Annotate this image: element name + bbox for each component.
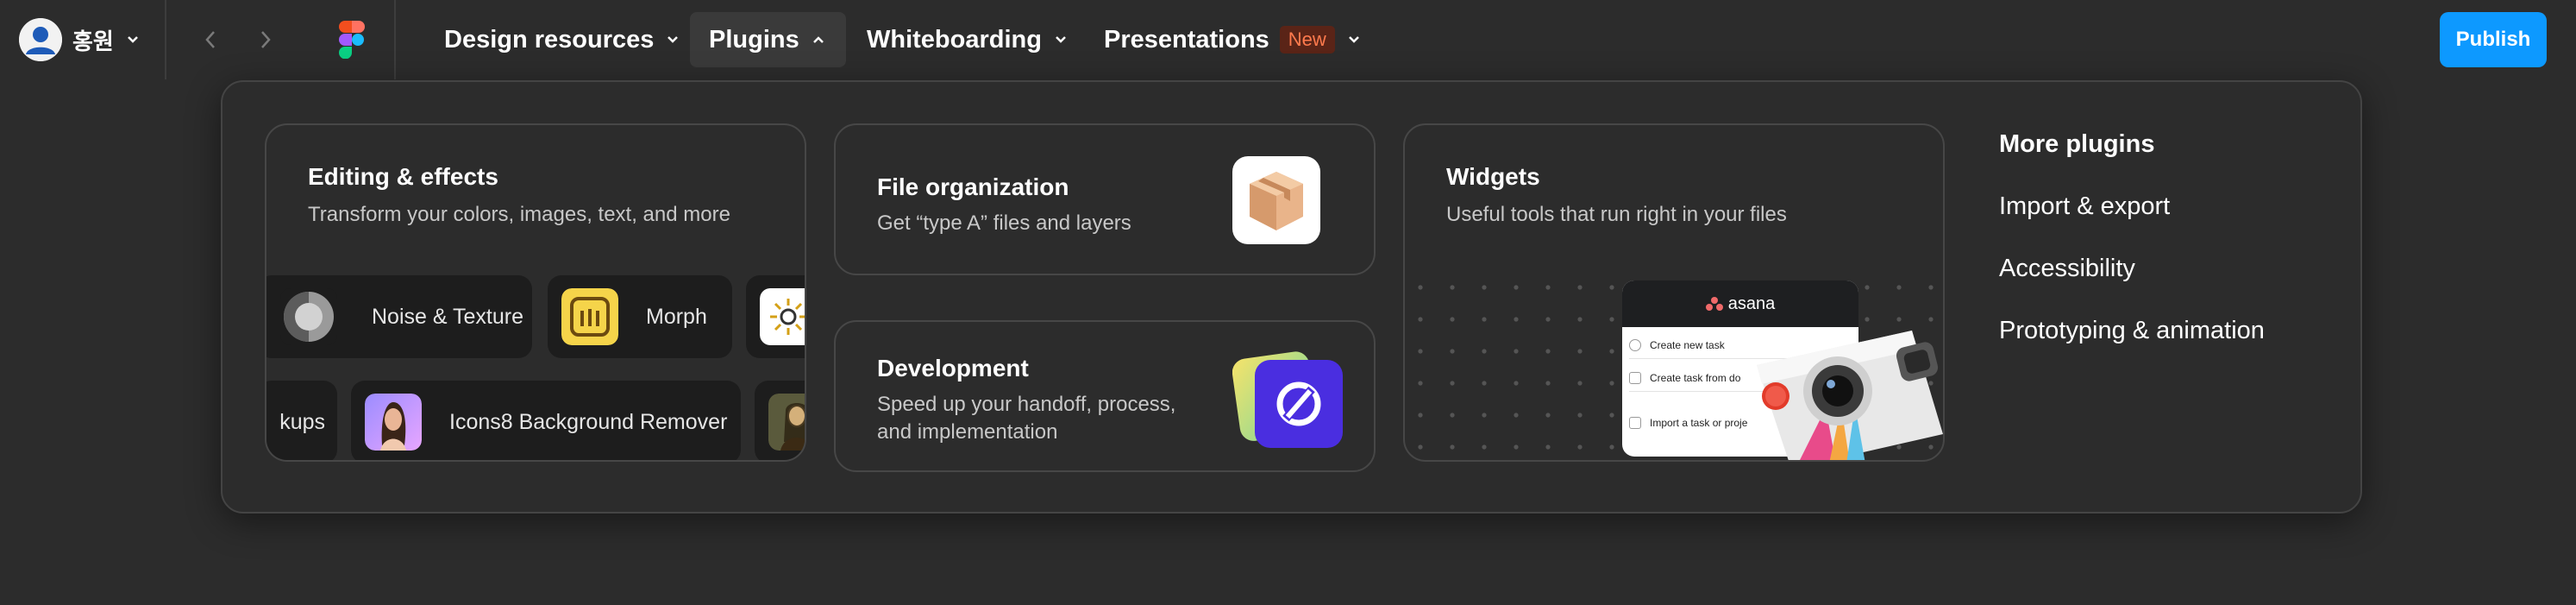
prototyping-animation-link[interactable]: Prototyping & animation (1999, 317, 2265, 345)
plus-circle-icon (1629, 339, 1641, 351)
user-name: 홍원 (72, 28, 114, 55)
menu-label: Design resources (444, 25, 655, 54)
menu-whiteboarding[interactable]: Whiteboarding (848, 12, 1088, 67)
plugin-chip-label: Noise & Texture (372, 304, 524, 329)
plugin-chip-partial[interactable] (755, 381, 805, 460)
card-description: Useful tools that run right in your file… (1446, 203, 1787, 226)
icons8-bg-remover-icon (365, 394, 422, 451)
import-export-link[interactable]: Import & export (1999, 192, 2170, 221)
top-navigation-bar: 홍원 Design resources Plugins Whiteboardin… (0, 0, 2576, 79)
user-menu[interactable]: 홍원 (19, 18, 141, 61)
import-icon (1629, 417, 1641, 429)
menu-label: Presentations (1104, 25, 1269, 54)
plugin-chip-label: Morph (646, 304, 707, 329)
asana-item-label: Create new task (1650, 339, 1725, 351)
menu-plugins[interactable]: Plugins (690, 12, 846, 67)
card-description: and implementation (877, 420, 1058, 444)
menu-presentations[interactable]: Presentations New (1085, 12, 1382, 67)
plugins-dropdown-panel: Editing & effects Transform your colors,… (221, 80, 2362, 514)
avatar-icon (19, 18, 62, 61)
plugin-chip-label: Icons8 Background Remover (449, 409, 728, 434)
plugin-chip-noise-texture[interactable]: Noise & Texture (266, 275, 532, 358)
card-description: Transform your colors, images, text, and… (308, 203, 730, 226)
divider (165, 0, 166, 79)
card-title: File organization (877, 173, 1069, 200)
menu-label: Plugins (709, 25, 799, 54)
sparkle-icon (760, 288, 805, 345)
new-badge: New (1279, 26, 1335, 54)
development-card[interactable]: Development Speed up your handoff, proce… (834, 320, 1376, 472)
back-arrow-icon[interactable] (195, 24, 226, 55)
widgets-card[interactable]: Widgets Useful tools that run right in y… (1403, 123, 1945, 462)
plugin-chip-morph[interactable]: Morph (548, 275, 732, 358)
mona-lisa-icon (768, 394, 805, 451)
accessibility-link[interactable]: Accessibility (1999, 255, 2135, 283)
figma-logo-icon[interactable] (339, 21, 365, 60)
plugin-chip-icons8-bg-remover[interactable]: Icons8 Background Remover (351, 381, 741, 460)
divider (394, 0, 396, 79)
card-title: Editing & effects (308, 163, 498, 190)
card-title: Widgets (1446, 163, 1540, 190)
menu-label: Whiteboarding (867, 25, 1042, 54)
card-description: Get “type A” files and layers (877, 211, 1131, 235)
document-icon (1629, 372, 1641, 384)
plugin-chip-partial[interactable] (746, 275, 805, 358)
more-plugins-link[interactable]: More plugins (1999, 130, 2154, 159)
morph-icon (561, 288, 618, 345)
forward-arrow-icon[interactable] (250, 24, 281, 55)
plugin-chip-label: kups (279, 409, 325, 434)
editing-effects-card[interactable]: Editing & effects Transform your colors,… (265, 123, 806, 462)
file-organization-card[interactable]: File organization Get “type A” files and… (834, 123, 1376, 275)
publish-button[interactable]: Publish (2440, 12, 2547, 67)
chevron-down-icon (668, 36, 679, 43)
noise-texture-icon (280, 288, 337, 345)
asana-item-label: Create task from do (1650, 372, 1741, 384)
chevron-down-icon (127, 36, 138, 43)
card-description: Speed up your handoff, process, (877, 393, 1176, 416)
plugin-chip-mockups[interactable]: kups (266, 381, 337, 460)
chevron-down-icon (1056, 36, 1066, 43)
zeplin-icon (1232, 351, 1343, 448)
chevron-down-icon (1348, 36, 1359, 43)
asana-item-label: Import a task or proje (1650, 417, 1748, 429)
camera-icon (1757, 331, 1943, 460)
box-icon (1232, 156, 1320, 244)
card-title: Development (877, 355, 1029, 381)
asana-logo-icon (1705, 297, 1723, 311)
menu-design-resources[interactable]: Design resources (425, 12, 700, 67)
chevron-up-icon (812, 36, 824, 43)
